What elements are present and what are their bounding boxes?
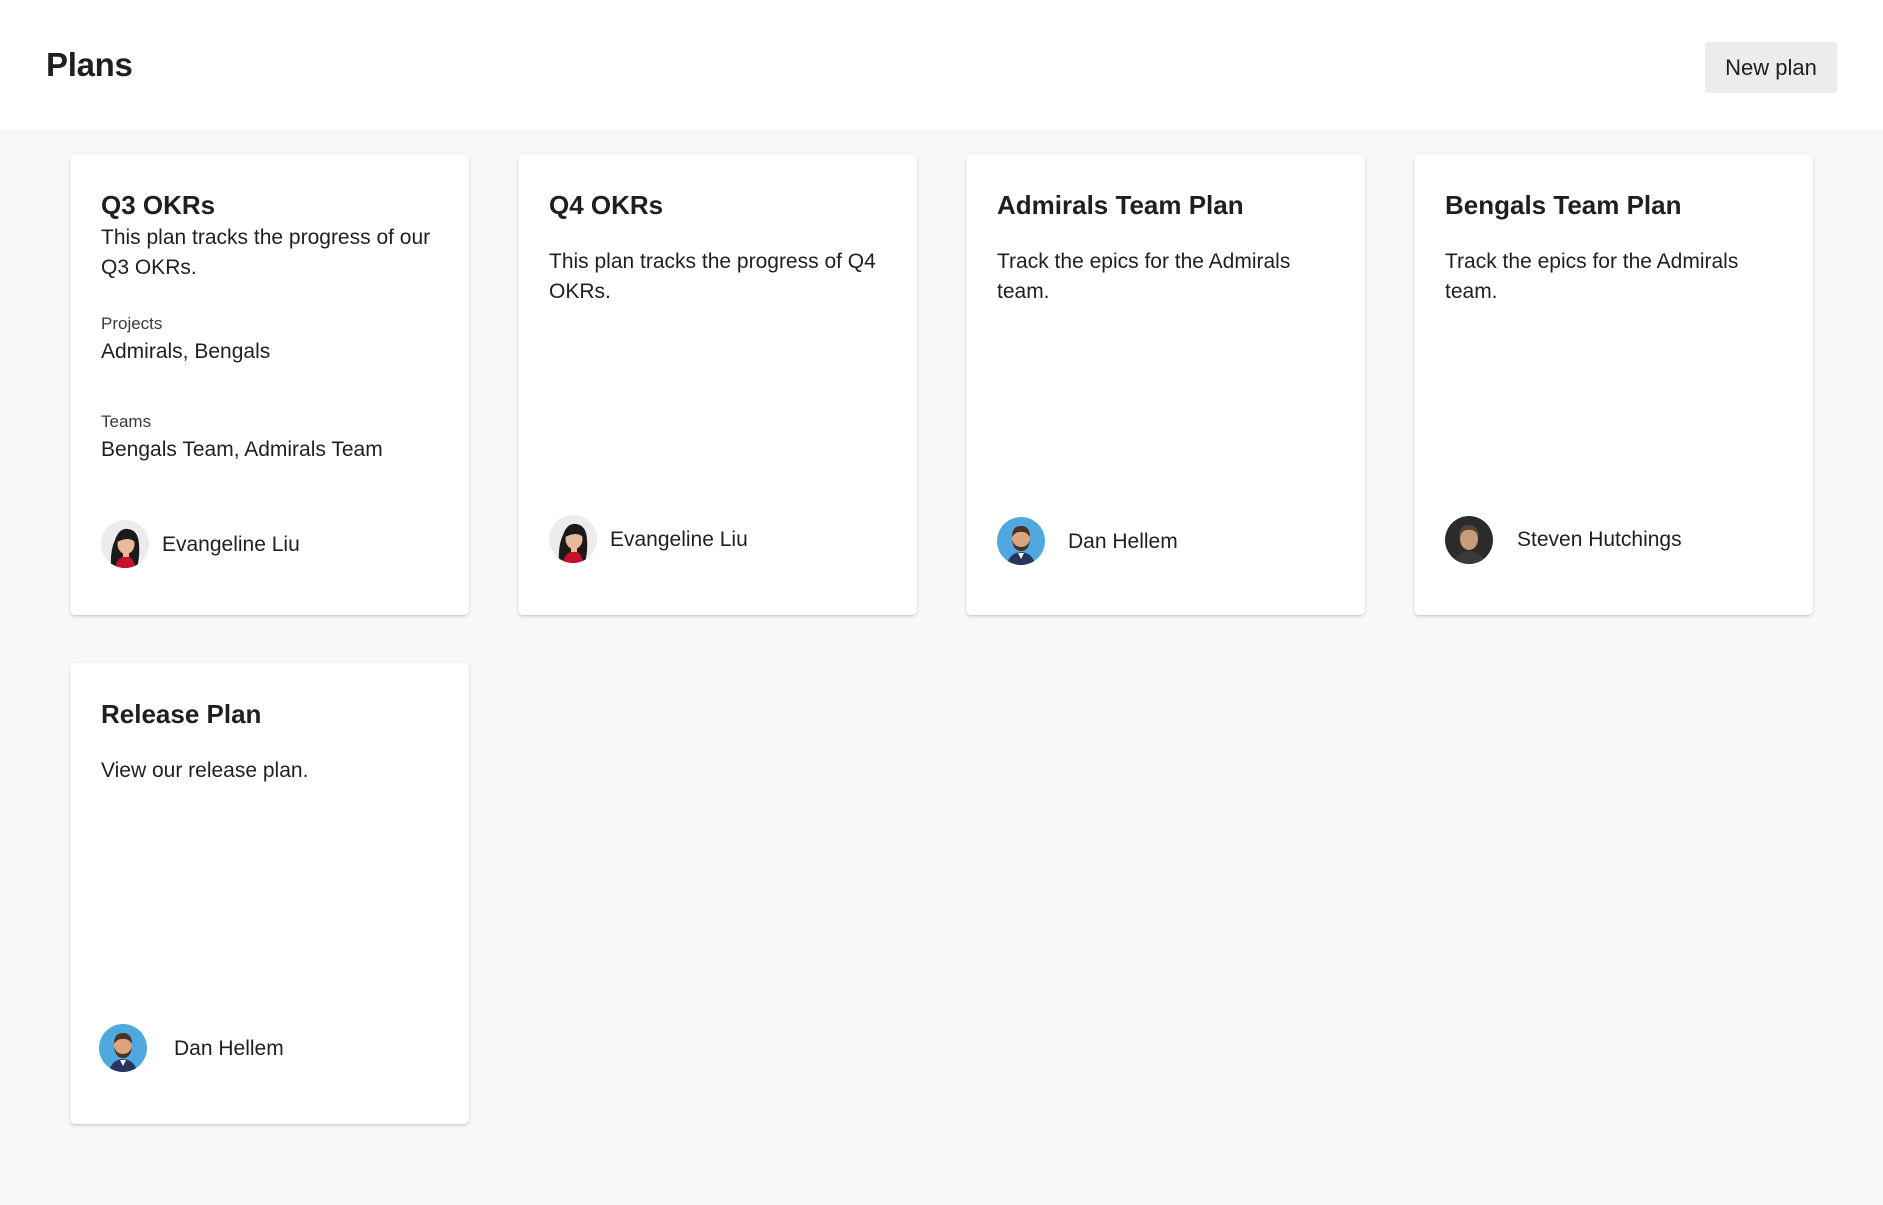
owner-name: Dan Hellem (174, 1037, 284, 1060)
plan-title: Q4 OKRs (549, 190, 664, 220)
plan-title: Bengals Team Plan (1445, 190, 1682, 220)
avatar-dan-icon (99, 1024, 147, 1072)
avatar-steven-icon (1445, 516, 1493, 564)
page-header: Plans New plan (0, 0, 1883, 129)
new-plan-button[interactable]: New plan (1705, 42, 1837, 93)
page-title: Plans (46, 46, 133, 83)
plan-title: Admirals Team Plan (997, 190, 1244, 220)
plan-description: This plan tracks the progress of Q4 OKRs… (549, 250, 876, 303)
plan-card-q4-okrs[interactable]: Q4 OKRs This plan tracks the progress of… (518, 154, 917, 615)
plan-card-admirals-team-plan[interactable]: Admirals Team Plan Track the epics for t… (966, 154, 1365, 615)
projects-value: Admirals, Bengals (101, 340, 271, 363)
plan-card-release-plan[interactable]: Release Plan View our release plan. Dan … (70, 663, 469, 1124)
plan-description: This plan tracks the progress of our Q3 … (101, 226, 431, 279)
plan-card-q3-okrs[interactable]: Q3 OKRs This plan tracks the progress of… (70, 154, 469, 615)
avatar-evangeline-icon (101, 520, 149, 568)
owner-name: Steven Hutchings (1517, 528, 1682, 551)
plan-card-bengals-team-plan[interactable]: Bengals Team Plan Track the epics for th… (1414, 154, 1813, 615)
avatar-evangeline-icon (549, 515, 597, 563)
plan-description: View our release plan. (101, 759, 309, 782)
plan-description: Track the epics for the Admirals team. (997, 250, 1291, 303)
projects-label: Projects (101, 314, 163, 333)
teams-value: Bengals Team, Admirals Team (101, 438, 383, 461)
owner-name: Dan Hellem (1068, 530, 1178, 553)
teams-label: Teams (101, 412, 152, 431)
plan-title: Q3 OKRs (101, 190, 216, 220)
plan-title: Release Plan (101, 699, 262, 729)
avatar-dan-icon (997, 517, 1045, 565)
owner-name: Evangeline Liu (162, 533, 300, 556)
owner-name: Evangeline Liu (610, 528, 748, 551)
plan-description: Track the epics for the Admirals team. (1445, 250, 1739, 303)
